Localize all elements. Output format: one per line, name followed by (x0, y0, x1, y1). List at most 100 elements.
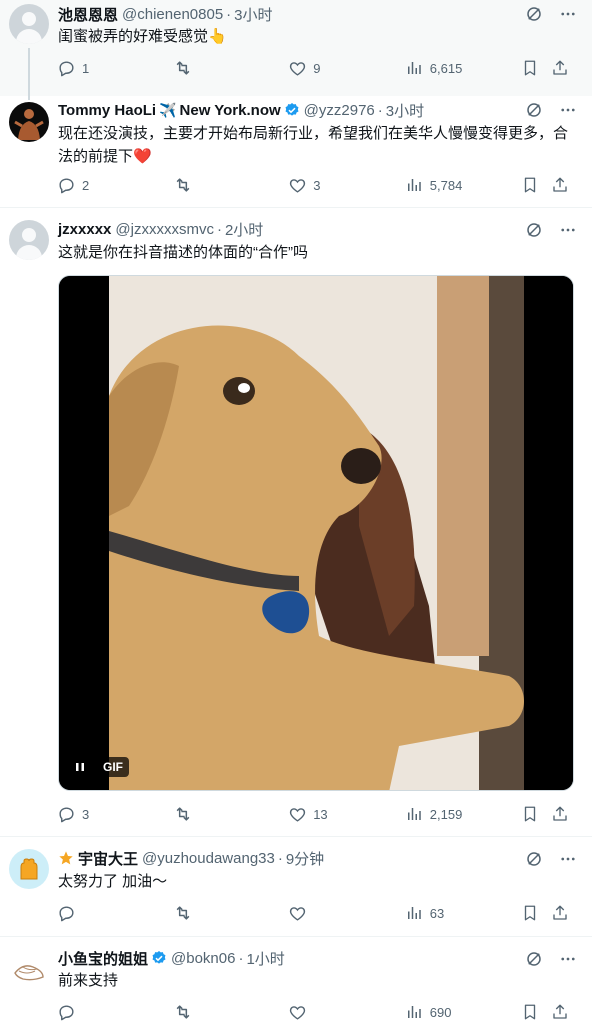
retweet-button[interactable] (173, 175, 288, 195)
separator-dot: · (277, 849, 283, 867)
retweet-button[interactable] (173, 804, 288, 824)
grok-icon[interactable] (524, 949, 544, 969)
like-count: 3 (313, 177, 321, 193)
more-icon[interactable] (558, 949, 578, 969)
share-button[interactable] (550, 804, 576, 824)
reply-button[interactable] (56, 1002, 173, 1022)
gif-media[interactable]: GIF (58, 275, 574, 791)
retweet-button[interactable] (173, 1002, 288, 1022)
views-icon (404, 58, 424, 78)
share-button[interactable] (550, 903, 576, 923)
views-icon (404, 1002, 424, 1022)
post-1[interactable]: 池恩恩恩 @chienen0805 · 3小时 闺蜜被弄的好难受感觉👆 1 9 … (0, 0, 592, 100)
post-time[interactable]: 3小时 (234, 4, 272, 25)
post-top-icons (524, 220, 578, 240)
views-button[interactable]: 5,784 (404, 175, 521, 195)
post-time[interactable]: 9分钟 (286, 848, 324, 869)
post-time[interactable]: 2小时 (225, 219, 263, 240)
more-icon[interactable] (558, 100, 578, 120)
views-icon (404, 804, 424, 824)
post-3[interactable]: jzxxxxx @jzxxxxxsmvc · 2小时 这就是你在抖音描述的体面的… (0, 208, 592, 837)
views-button[interactable]: 6,615 (404, 58, 521, 78)
share-button[interactable] (550, 58, 576, 78)
author-handle[interactable]: @jzxxxxxsmvc (115, 221, 214, 238)
author-location[interactable]: New York.now (180, 102, 281, 119)
bookmark-button[interactable] (520, 1002, 550, 1022)
bookmark-icon (520, 175, 540, 195)
grok-icon[interactable] (524, 4, 544, 24)
share-icon (550, 903, 570, 923)
like-button[interactable] (287, 1002, 404, 1022)
separator-dot: · (216, 220, 222, 238)
avatar[interactable] (9, 849, 49, 889)
bookmark-button[interactable] (520, 175, 550, 195)
views-count: 690 (429, 1004, 452, 1020)
bookmark-button[interactable] (520, 58, 550, 78)
views-button[interactable]: 2,159 (404, 804, 521, 824)
author-handle[interactable]: @yzz2976 (304, 102, 375, 119)
grok-icon[interactable] (524, 849, 544, 869)
post-text: 前来支持 (58, 972, 119, 989)
separator-dot: · (226, 5, 232, 23)
views-button[interactable]: 690 (404, 1002, 521, 1022)
verified-icon (284, 102, 300, 118)
avatar[interactable] (9, 949, 49, 989)
avatar[interactable] (9, 102, 49, 142)
bookmark-button[interactable] (520, 903, 550, 923)
retweet-button[interactable] (173, 903, 288, 923)
grok-icon[interactable] (524, 100, 544, 120)
post-time[interactable]: 3小时 (386, 100, 424, 121)
post-text: 这就是你在抖音描述的体面的“合作”吗 (58, 244, 308, 261)
retweet-button[interactable] (173, 58, 288, 78)
more-icon[interactable] (558, 849, 578, 869)
action-bar: 1 9 6,615 (56, 56, 576, 80)
views-button[interactable]: 63 (404, 903, 521, 923)
post-top-icons (524, 949, 578, 969)
reply-button[interactable]: 2 (56, 175, 173, 195)
share-button[interactable] (550, 175, 576, 195)
post-5[interactable]: 小鱼宝的姐姐 @bokn06 · 1小时 前来支持 690 (0, 937, 592, 1026)
author-name[interactable]: 池恩恩恩 (58, 4, 118, 25)
like-button[interactable]: 9 (287, 58, 404, 78)
post-top-icons (524, 4, 578, 24)
share-icon (550, 1002, 570, 1022)
post-time[interactable]: 1小时 (246, 948, 284, 969)
author-name[interactable]: jzxxxxx (58, 221, 111, 238)
like-icon (287, 903, 307, 923)
like-icon (287, 804, 307, 824)
post-2[interactable]: Tommy HaoLi ✈️ New York.now @yzz2976 · 3… (0, 96, 592, 208)
bookmark-icon (520, 58, 540, 78)
like-button[interactable]: 3 (287, 175, 404, 195)
post-text: 闺蜜被弄的好难受感觉👆 (58, 28, 227, 45)
reply-icon (56, 804, 76, 824)
post-text: 现在还没演技，主要才开始布局新行业，希望我们在美华人慢慢变得更多，合法的前提下❤… (58, 125, 569, 165)
avatar[interactable] (9, 220, 49, 260)
more-icon[interactable] (558, 4, 578, 24)
like-button[interactable]: 13 (287, 804, 404, 824)
author-name[interactable]: 宇宙大王 (78, 848, 138, 869)
share-icon (550, 175, 570, 195)
reply-button[interactable] (56, 903, 173, 923)
reply-button[interactable]: 3 (56, 804, 173, 824)
post-4[interactable]: 宇宙大王 @yuzhoudawang33 · 9分钟 太努力了 加油～ 63 (0, 837, 592, 937)
like-button[interactable] (287, 903, 404, 923)
reply-icon (56, 1002, 76, 1022)
grok-icon[interactable] (524, 220, 544, 240)
author-name[interactable]: 小鱼宝的姐姐 (58, 948, 148, 969)
bookmark-button[interactable] (520, 804, 550, 824)
post-header: Tommy HaoLi ✈️ New York.now @yzz2976 · 3… (58, 99, 424, 121)
action-bar: 2 3 5,784 (56, 173, 576, 197)
like-icon (287, 175, 307, 195)
more-icon[interactable] (558, 220, 578, 240)
reply-button[interactable]: 1 (56, 58, 173, 78)
author-name[interactable]: Tommy HaoLi (58, 102, 156, 119)
views-icon (404, 175, 424, 195)
author-handle[interactable]: @bokn06 (171, 950, 235, 967)
share-button[interactable] (550, 1002, 576, 1022)
pause-icon[interactable] (69, 756, 91, 778)
author-handle[interactable]: @yuzhoudawang33 (142, 850, 275, 867)
author-handle[interactable]: @chienen0805 (122, 6, 223, 23)
retweet-icon (173, 1002, 193, 1022)
avatar[interactable] (9, 4, 49, 44)
retweet-icon (173, 175, 193, 195)
